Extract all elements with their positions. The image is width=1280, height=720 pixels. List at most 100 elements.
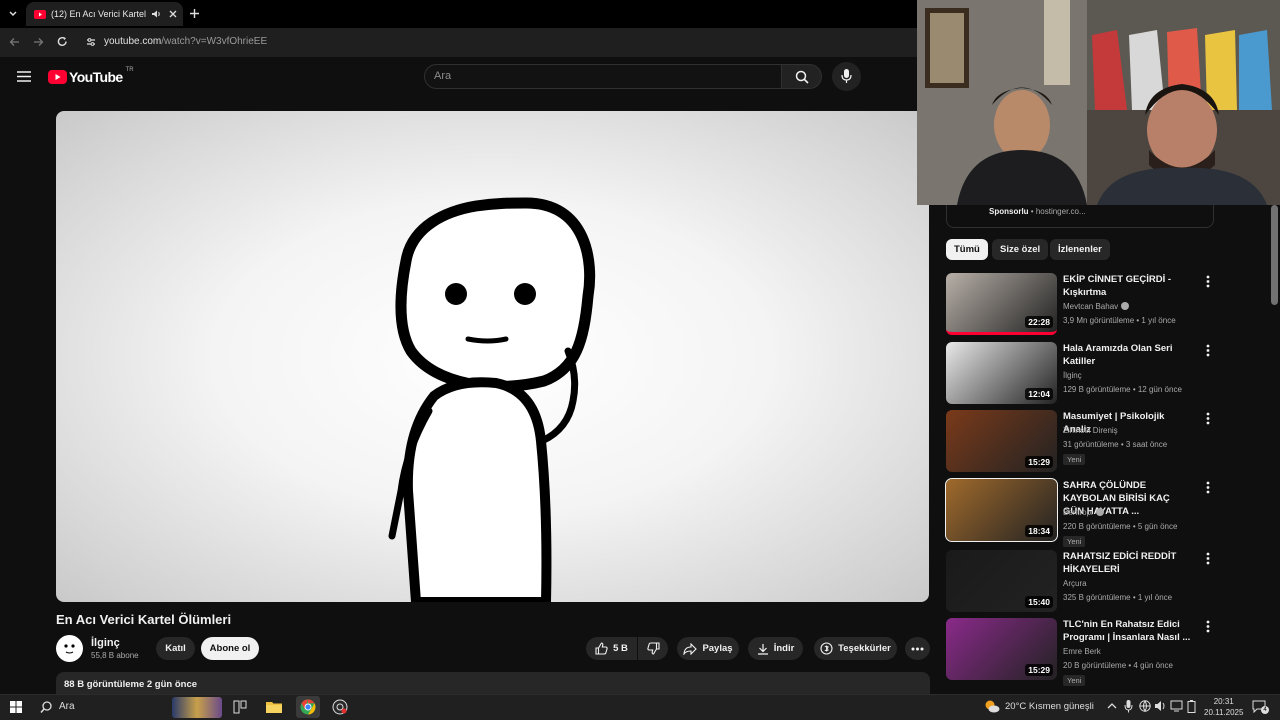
recommendation-channel[interactable]: Emre Berk bbox=[1063, 647, 1101, 656]
windows-start-icon[interactable] bbox=[10, 701, 22, 713]
recommendation-thumbnail[interactable]: 15:40 bbox=[946, 550, 1057, 612]
recommendation-menu-button[interactable] bbox=[1201, 344, 1215, 358]
browser-tab[interactable]: (12) En Acı Verici Kartel Ölümleri bbox=[26, 2, 183, 26]
reload-icon[interactable] bbox=[57, 36, 68, 47]
channel-name[interactable]: İlginç bbox=[91, 637, 120, 649]
back-icon[interactable] bbox=[9, 37, 20, 47]
channel-name-text: Arçura bbox=[1063, 579, 1087, 588]
tray-volume-icon[interactable] bbox=[1154, 700, 1167, 712]
recommendation-title[interactable]: EKİP CİNNET GEÇİRDİ - Kışkırtma bbox=[1063, 273, 1193, 299]
new-badge: Yeni bbox=[1063, 454, 1086, 465]
recommendation-title[interactable]: TLC'nin En Rahatsız Edici Programı | İns… bbox=[1063, 618, 1193, 644]
recommendation-menu-button[interactable] bbox=[1201, 552, 1215, 566]
subscribe-button[interactable]: Abone ol bbox=[201, 637, 259, 660]
microphone-icon bbox=[841, 69, 852, 83]
more-actions-button[interactable] bbox=[905, 637, 930, 660]
video-player[interactable] bbox=[56, 111, 929, 602]
new-badge: Yeni bbox=[1063, 675, 1086, 686]
tab-audio-icon[interactable] bbox=[151, 9, 161, 19]
tab-close-icon[interactable] bbox=[169, 10, 177, 18]
search-input[interactable] bbox=[424, 64, 782, 89]
dislike-button[interactable] bbox=[638, 637, 668, 660]
verified-badge-icon bbox=[1121, 301, 1130, 310]
taskbar-search-icon[interactable] bbox=[40, 701, 52, 713]
recommendation-title[interactable]: Hala Aramızda Olan Seri Katiller bbox=[1063, 342, 1193, 368]
download-button[interactable]: İndir bbox=[748, 637, 803, 660]
tray-microphone-icon[interactable] bbox=[1124, 700, 1133, 713]
taskbar-search-label[interactable]: Ara bbox=[59, 701, 75, 712]
recommendation-menu-button[interactable] bbox=[1201, 620, 1215, 634]
recommendation-title[interactable]: RAHATSIZ EDİCİ REDDİT HİKAYELERİ bbox=[1063, 550, 1193, 576]
recommendation-menu-button[interactable] bbox=[1201, 481, 1215, 495]
avatar-face-icon bbox=[64, 644, 75, 654]
sidebar-scrollbar[interactable] bbox=[1271, 205, 1278, 305]
search-button[interactable] bbox=[781, 64, 822, 89]
search-icon bbox=[795, 70, 809, 84]
more-vertical-icon bbox=[1206, 275, 1210, 288]
subscriber-count: 55,8 B abone bbox=[91, 651, 139, 660]
recommendation-item[interactable]: 15:40 RAHATSIZ EDİCİ REDDİT HİKAYELERİ Arç… bbox=[946, 550, 1236, 614]
recommendation-thumbnail[interactable]: 18:34 bbox=[945, 478, 1058, 542]
youtube-logo[interactable]: YouTube TR bbox=[48, 67, 134, 85]
recommendation-channel[interactable]: Zihinsel Direniş bbox=[1063, 426, 1118, 435]
channel-name-text: Emre Berk bbox=[1063, 647, 1101, 656]
description-box[interactable]: 88 B görüntüleme 2 gün önce bbox=[56, 672, 930, 694]
notification-count: 4 bbox=[1261, 706, 1269, 714]
tray-battery-icon[interactable] bbox=[1187, 700, 1196, 713]
more-vertical-icon bbox=[1206, 344, 1210, 357]
recommendation-meta: 31 görüntüleme • 3 saat önce bbox=[1063, 440, 1168, 449]
more-vertical-icon bbox=[1206, 481, 1210, 494]
recommendation-item[interactable]: 15:29 Masumiyet | Psikolojik Analiz Zihins… bbox=[946, 410, 1236, 474]
recommendation-channel[interactable]: Mevtcan Bahav bbox=[1063, 301, 1130, 311]
recommendation-menu-button[interactable] bbox=[1201, 412, 1215, 426]
url-field[interactable]: youtube.com/watch?v=W3vfOhrieEE bbox=[104, 36, 267, 47]
chip-all[interactable]: Tümü bbox=[946, 239, 988, 260]
chip-watched[interactable]: İzlenenler bbox=[1050, 239, 1110, 260]
channel-name-text: Mevtcan Bahav bbox=[1063, 302, 1119, 311]
recommendation-thumbnail[interactable]: 22:28 bbox=[946, 273, 1057, 335]
share-button[interactable]: Paylaş bbox=[677, 637, 739, 660]
notification-center[interactable]: 4 bbox=[1252, 700, 1269, 718]
recommendation-item[interactable]: 15:29 TLC'nin En Rahatsız Edici Programı … bbox=[946, 618, 1236, 686]
recommendation-thumbnail[interactable]: 15:29 bbox=[946, 410, 1057, 472]
tray-expand-chevron-icon[interactable] bbox=[1107, 702, 1117, 710]
recommendation-menu-button[interactable] bbox=[1201, 275, 1215, 289]
tray-vpn-icon[interactable] bbox=[1139, 700, 1151, 712]
file-explorer-icon[interactable] bbox=[266, 700, 282, 713]
recommendation-thumbnail[interactable]: 12:04 bbox=[946, 342, 1057, 404]
tray-network-icon[interactable] bbox=[1170, 700, 1183, 712]
voice-search-button[interactable] bbox=[832, 62, 861, 91]
recommendation-thumbnail[interactable]: 15:29 bbox=[946, 618, 1057, 680]
youtube-logo-icon bbox=[48, 70, 67, 84]
youtube-logo-text: YouTube bbox=[69, 69, 123, 85]
recommendation-item[interactable]: 18:34 SAHRA ÇÖLÜNDE KAYBOLAN BİRİSİ KAÇ G… bbox=[945, 478, 1236, 547]
recommendation-channel[interactable]: İlginç bbox=[1063, 371, 1082, 380]
video-duration: 18:34 bbox=[1025, 525, 1053, 537]
chip-for-you[interactable]: Size özel bbox=[992, 239, 1049, 260]
url-path: /watch?v=W3vfOhrieEE bbox=[161, 36, 268, 47]
channel-name-text: Bentropi bbox=[1063, 508, 1093, 517]
like-button[interactable]: 5 B bbox=[586, 637, 637, 660]
new-tab-icon[interactable] bbox=[189, 8, 200, 19]
taskbar-weather[interactable]: 20°C Kısmen güneşli bbox=[1005, 701, 1094, 712]
more-vertical-icon bbox=[1206, 620, 1210, 633]
channel-name-text: Zihinsel Direniş bbox=[1063, 426, 1118, 435]
obs-studio-icon[interactable] bbox=[332, 699, 348, 715]
recommendation-channel[interactable]: Arçura bbox=[1063, 579, 1087, 588]
taskbar-search-highlight-image[interactable] bbox=[172, 697, 222, 718]
recommendation-channel[interactable]: Bentropi bbox=[1063, 507, 1104, 517]
tab-list-chevron-icon[interactable] bbox=[8, 9, 18, 19]
thanks-button[interactable]: Teşekkürler bbox=[814, 637, 897, 660]
hamburger-menu-icon[interactable] bbox=[17, 71, 31, 82]
site-settings-icon[interactable] bbox=[86, 37, 96, 47]
channel-avatar[interactable] bbox=[56, 635, 83, 662]
recommendation-item[interactable]: 22:28 EKİP CİNNET GEÇİRDİ - Kışkırtma Mevt… bbox=[946, 273, 1236, 337]
forward-icon[interactable] bbox=[33, 37, 44, 47]
recommendation-item[interactable]: 12:04 Hala Aramızda Olan Seri Katiller İlg… bbox=[946, 342, 1236, 406]
sponsor-domain: • hostinger.co... bbox=[1030, 207, 1086, 216]
super-thanks-icon bbox=[820, 642, 833, 655]
video-duration: 15:29 bbox=[1025, 456, 1053, 468]
task-view-icon[interactable] bbox=[233, 700, 247, 714]
join-button[interactable]: Katıl bbox=[156, 637, 195, 660]
taskbar-clock[interactable]: 20:31 20.11.2025 bbox=[1204, 696, 1243, 718]
